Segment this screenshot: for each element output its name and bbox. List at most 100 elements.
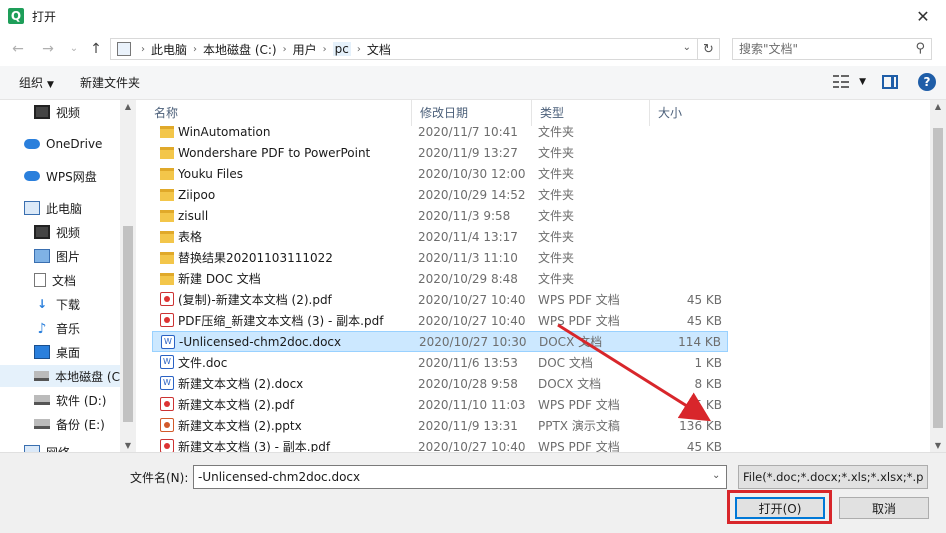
sidebar-item-software-d[interactable]: 软件 (D:) bbox=[34, 389, 106, 411]
file-row[interactable]: Ziipoo 2020/10/29 14:52 文件夹 bbox=[152, 184, 728, 205]
file-row[interactable]: zisull 2020/11/3 9:58 文件夹 bbox=[152, 205, 728, 226]
bottom-panel: 文件名(N): -Unlicensed-chm2doc.docx ⌄ File(… bbox=[0, 452, 946, 533]
help-icon[interactable]: ? bbox=[918, 73, 936, 91]
file-type-filter[interactable]: File(*.doc;*.docx;*.xls;*.xlsx;*.p bbox=[738, 465, 928, 489]
sidebar-item-wps-cloud[interactable]: WPS网盘 bbox=[24, 165, 97, 187]
view-options-icon[interactable] bbox=[833, 74, 850, 90]
file-row[interactable]: WinAutomation 2020/11/7 10:41 文件夹 bbox=[152, 121, 728, 142]
network-icon bbox=[24, 445, 40, 452]
search-box[interactable]: ⚲ bbox=[732, 38, 932, 60]
sidebar-item-pictures[interactable]: 图片 bbox=[34, 245, 80, 267]
recent-locations-button[interactable]: ⌄ bbox=[64, 40, 84, 58]
sidebar-item-onedrive[interactable]: OneDrive bbox=[24, 133, 102, 155]
open-button[interactable]: 打开(O) bbox=[735, 497, 825, 519]
download-icon: ↓ bbox=[36, 297, 48, 311]
pdf-file-icon bbox=[160, 397, 174, 411]
navigation-scrollbar[interactable]: ▲ ▼ bbox=[120, 100, 136, 452]
sidebar-item-this-pc[interactable]: 此电脑 bbox=[24, 197, 82, 219]
file-list: ^ 名称 修改日期 类型 大小 WinAutomation2020/11/7 1… bbox=[146, 100, 930, 452]
file-list-scrollbar[interactable]: ▲ ▼ bbox=[930, 100, 946, 452]
breadcrumb-pc[interactable]: pc bbox=[332, 42, 351, 56]
sidebar-item-videos[interactable]: 视频 bbox=[34, 221, 80, 243]
pptx-file-icon bbox=[160, 418, 174, 432]
folder-icon bbox=[160, 273, 174, 285]
address-bar[interactable]: › 此电脑 › 本地磁盘 (C:) › 用户 › pc › 文档 ⌄ bbox=[110, 38, 698, 60]
chevron-right-icon[interactable]: › bbox=[141, 44, 145, 55]
forward-button[interactable]: → bbox=[38, 40, 58, 58]
file-row[interactable]: 新建 DOC 文档 2020/10/29 8:48 文件夹 bbox=[152, 268, 728, 289]
sidebar-item-downloads[interactable]: ↓ 下载 bbox=[34, 293, 80, 315]
sidebar-item-documents[interactable]: 文档 bbox=[34, 269, 76, 291]
navigation-scroll-thumb[interactable] bbox=[123, 226, 133, 422]
refresh-button[interactable]: ↻ bbox=[698, 38, 720, 60]
drive-icon bbox=[34, 371, 50, 381]
chevron-right-icon[interactable]: › bbox=[283, 44, 287, 55]
caret-down-icon[interactable]: ▼ bbox=[859, 77, 866, 87]
file-type: 文件夹 bbox=[538, 146, 575, 160]
file-row[interactable]: -Unlicensed-chm2doc.docx 2020/10/27 10:30… bbox=[152, 331, 728, 352]
chevron-down-icon[interactable]: ⌄ bbox=[712, 470, 720, 481]
file-row[interactable]: 新建文本文档 (2).docx 2020/10/28 9:58 DOCX 文档 8 K… bbox=[152, 373, 728, 394]
chevron-right-icon[interactable]: › bbox=[193, 44, 197, 55]
file-type: 文件夹 bbox=[538, 272, 575, 286]
close-button[interactable]: ✕ bbox=[900, 0, 946, 32]
preview-pane-icon[interactable] bbox=[882, 75, 898, 89]
chevron-down-icon[interactable]: ⌄ bbox=[683, 42, 691, 53]
file-type: 文件夹 bbox=[538, 209, 575, 223]
organize-button[interactable]: 组织 ▼ bbox=[19, 74, 54, 91]
breadcrumb-documents[interactable]: 文档 bbox=[367, 41, 391, 58]
chevron-right-icon[interactable]: › bbox=[323, 44, 327, 55]
new-folder-button[interactable]: 新建文件夹 bbox=[80, 74, 140, 91]
filename-input[interactable]: -Unlicensed-chm2doc.docx bbox=[193, 465, 727, 489]
file-row[interactable]: Youku Files 2020/10/30 12:00 文件夹 bbox=[152, 163, 728, 184]
sidebar-item-network[interactable]: 网络 bbox=[24, 441, 70, 452]
address-row: ← → ⌄ ↑ › 此电脑 › 本地磁盘 (C:) › 用户 › pc › 文档… bbox=[0, 32, 946, 66]
back-button[interactable]: ← bbox=[8, 40, 28, 58]
file-type: WPS PDF 文档 bbox=[538, 293, 620, 307]
breadcrumb-users[interactable]: 用户 bbox=[293, 41, 317, 58]
sidebar-item-local-disk-c[interactable]: 本地磁盘 (C bbox=[0, 365, 120, 387]
scroll-down-arrow-icon[interactable]: ▼ bbox=[120, 441, 136, 450]
search-input[interactable] bbox=[739, 42, 909, 56]
sidebar-item-music[interactable]: ♪ 音乐 bbox=[34, 317, 80, 339]
sidebar-item-backup-e[interactable]: 备份 (E:) bbox=[34, 413, 105, 435]
file-row[interactable]: (复制)-新建文本文档 (2).pdf 2020/10/27 10:40 WPS P… bbox=[152, 289, 728, 310]
file-row[interactable]: 新建文本文档 (3) - 副本.pdf 2020/10/27 10:40 WPS P… bbox=[152, 436, 728, 452]
up-button[interactable]: ↑ bbox=[86, 40, 106, 58]
folder-icon bbox=[160, 231, 174, 243]
app-icon: Q bbox=[8, 8, 24, 24]
file-row[interactable]: 新建文本文档 (2).pptx 2020/11/9 13:31 PPTX 演示文稿 1… bbox=[152, 415, 728, 436]
scroll-down-arrow-icon[interactable]: ▼ bbox=[930, 441, 946, 450]
sidebar-item-desktop[interactable]: 桌面 bbox=[34, 341, 80, 363]
file-date: 2020/11/4 13:17 bbox=[418, 229, 518, 244]
picture-icon bbox=[34, 249, 50, 263]
file-name: Youku Files bbox=[178, 166, 244, 181]
file-row[interactable]: 替换结果20201103111022 2020/11/3 11:10 文件夹 bbox=[152, 247, 728, 268]
file-date: 2020/11/3 9:58 bbox=[418, 208, 511, 223]
search-icon[interactable]: ⚲ bbox=[915, 41, 925, 56]
title-bar: Q 打开 ✕ bbox=[0, 0, 946, 32]
file-row[interactable]: 表格 2020/11/4 13:17 文件夹 bbox=[152, 226, 728, 247]
file-name: PDF压缩_新建文本文档 (3) - 副本.pdf bbox=[178, 314, 384, 328]
file-date: 2020/10/27 10:40 bbox=[418, 292, 526, 307]
breadcrumb-this-pc[interactable]: 此电脑 bbox=[151, 41, 187, 58]
file-name: WinAutomation bbox=[178, 124, 271, 139]
cancel-button[interactable]: 取消 bbox=[839, 497, 929, 519]
file-row[interactable]: PDF压缩_新建文本文档 (3) - 副本.pdf 2020/10/27 10:4… bbox=[152, 310, 728, 331]
file-type: 文件夹 bbox=[538, 251, 575, 265]
scroll-up-arrow-icon[interactable]: ▲ bbox=[120, 102, 136, 111]
chevron-right-icon[interactable]: › bbox=[357, 44, 361, 55]
sidebar-item-videos-top[interactable]: 视频 bbox=[34, 101, 80, 123]
filename-label: 文件名(N): bbox=[130, 471, 189, 485]
file-name: Wondershare PDF to PowerPoint bbox=[178, 145, 371, 160]
scroll-up-arrow-icon[interactable]: ▲ bbox=[930, 102, 946, 111]
file-row[interactable]: Wondershare PDF to PowerPoint 2020/11/9 1… bbox=[152, 142, 728, 163]
file-row[interactable]: 文件.doc 2020/11/6 13:53 DOC 文档 1 KB bbox=[152, 352, 728, 373]
file-list-scroll-thumb[interactable] bbox=[933, 128, 943, 428]
file-row[interactable]: 新建文本文档 (2).pdf 2020/11/10 11:03 WPS PDF 文档… bbox=[152, 394, 728, 415]
pc-icon bbox=[24, 201, 40, 215]
folder-icon bbox=[160, 252, 174, 264]
file-date: 2020/10/30 12:00 bbox=[418, 166, 526, 181]
breadcrumb-local-disk[interactable]: 本地磁盘 (C:) bbox=[203, 41, 277, 58]
file-type: DOC 文档 bbox=[538, 356, 593, 370]
